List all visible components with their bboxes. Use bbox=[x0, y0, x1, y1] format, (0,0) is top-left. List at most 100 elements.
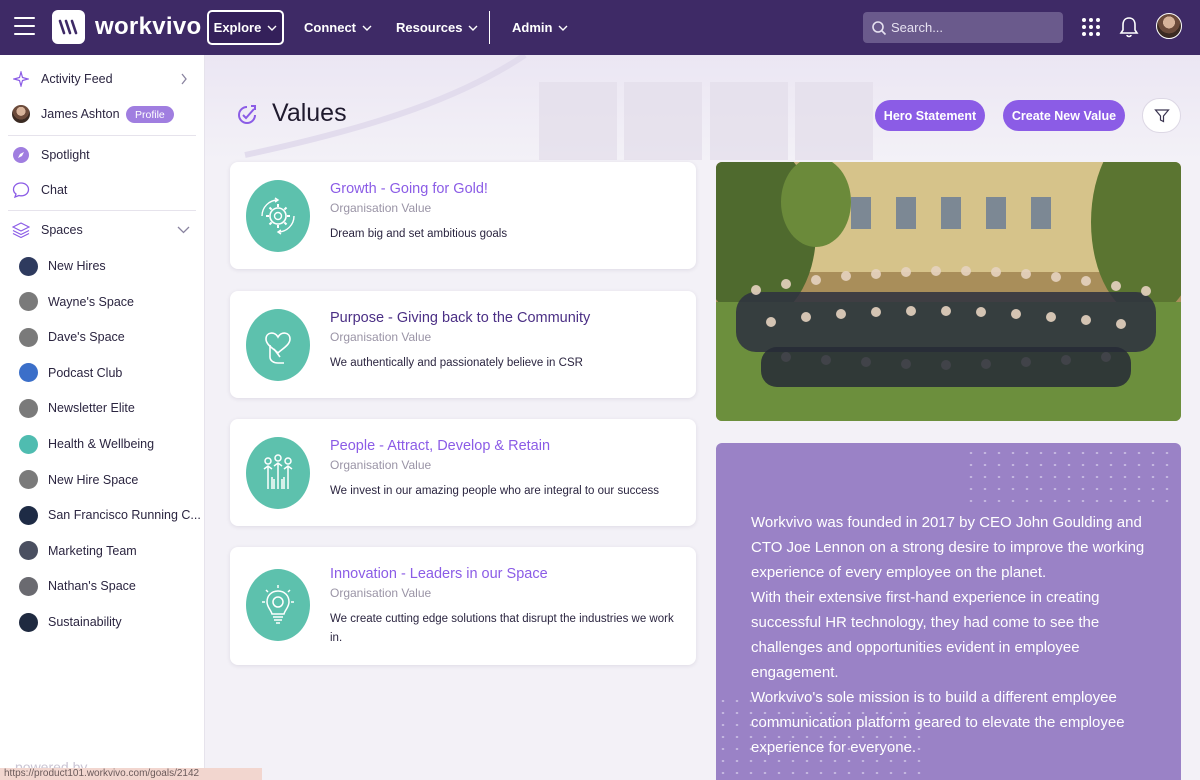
sidebar-item-label: Nathan's Space bbox=[48, 579, 136, 594]
divider bbox=[8, 135, 196, 136]
space-avatar bbox=[19, 541, 38, 561]
sidebar-item-space[interactable]: Health & Wellbeing bbox=[0, 434, 204, 454]
sidebar-item-label: Health & Wellbeing bbox=[48, 437, 155, 451]
lightbulb-icon bbox=[246, 569, 310, 641]
value-subtitle: Organisation Value bbox=[330, 201, 432, 215]
value-title[interactable]: Purpose - Giving back to the Community bbox=[330, 310, 590, 326]
sidebar-item-space[interactable]: Podcast Club bbox=[0, 363, 204, 383]
space-avatar bbox=[19, 327, 38, 347]
sidebar-item-label: San Francisco Running C... bbox=[48, 508, 201, 523]
nav-admin[interactable]: Admin bbox=[512, 0, 568, 55]
create-new-value-button[interactable]: Create New Value bbox=[1003, 100, 1125, 131]
banner-photo bbox=[624, 82, 702, 160]
sidebar-item-label: Spotlight bbox=[41, 148, 90, 162]
sidebar-item-space[interactable]: Dave's Space bbox=[0, 327, 204, 347]
sidebar: Activity Feed James Ashton Profile Spotl… bbox=[0, 55, 205, 780]
heart-hand-icon bbox=[246, 309, 310, 381]
sidebar-item-activity-feed[interactable]: Activity Feed bbox=[0, 69, 204, 89]
raised-hands-icon bbox=[246, 437, 310, 509]
chevron-down-icon bbox=[468, 25, 478, 31]
profile-badge[interactable]: Profile bbox=[126, 106, 174, 123]
value-subtitle: Organisation Value bbox=[330, 458, 432, 472]
sidebar-item-label: Dave's Space bbox=[48, 330, 125, 345]
space-avatar bbox=[19, 363, 38, 383]
value-card[interactable]: People - Attract, Develop & Retain Organ… bbox=[230, 419, 696, 526]
sidebar-item-chat[interactable]: Chat bbox=[0, 180, 204, 200]
about-panel: Workvivo was founded in 2017 by CEO John… bbox=[716, 443, 1181, 780]
team-photo bbox=[716, 162, 1181, 421]
sidebar-item-label: New Hires bbox=[48, 259, 106, 273]
sidebar-item-space[interactable]: Sustainability bbox=[0, 612, 204, 632]
banner-photo bbox=[795, 82, 873, 160]
value-description: We create cutting edge solutions that di… bbox=[330, 613, 674, 644]
sidebar-item-label: Activity Feed bbox=[41, 72, 113, 86]
value-card[interactable]: Innovation - Leaders in our Space Organi… bbox=[230, 547, 696, 665]
filter-icon bbox=[1153, 108, 1170, 122]
value-title[interactable]: People - Attract, Develop & Retain bbox=[330, 438, 550, 454]
gear-cycle-icon bbox=[246, 180, 310, 252]
value-description: We invest in our amazing people who are … bbox=[330, 485, 659, 497]
chevron-down-icon bbox=[177, 226, 190, 234]
sidebar-item-spaces[interactable]: Spaces bbox=[0, 220, 204, 240]
bell-icon[interactable] bbox=[1116, 14, 1142, 40]
about-paragraph: Workvivo's sole mission is to build a di… bbox=[751, 689, 1125, 756]
search-icon bbox=[872, 20, 887, 35]
value-subtitle: Organisation Value bbox=[330, 586, 432, 600]
sidebar-item-label: Newsletter Elite bbox=[48, 401, 135, 416]
nav-divider bbox=[489, 11, 490, 44]
banner-photo bbox=[710, 82, 788, 160]
sidebar-item-label: Chat bbox=[41, 183, 68, 197]
sidebar-item-profile[interactable]: James Ashton Profile bbox=[0, 104, 204, 124]
sidebar-item-space[interactable]: Newsletter Elite bbox=[0, 398, 204, 418]
about-text: Workvivo was founded in 2017 by CEO John… bbox=[751, 510, 1156, 760]
value-card[interactable]: Purpose - Giving back to the Community O… bbox=[230, 291, 696, 398]
sidebar-item-label: Wayne's Space bbox=[48, 294, 134, 309]
space-avatar bbox=[19, 398, 38, 418]
chevron-down-icon bbox=[267, 25, 277, 31]
space-avatar bbox=[19, 292, 38, 312]
chevron-down-icon bbox=[362, 25, 372, 31]
space-avatar bbox=[19, 612, 38, 632]
nav-explore[interactable]: Explore bbox=[207, 10, 284, 45]
hero-statement-button[interactable]: Hero Statement bbox=[875, 100, 985, 131]
sidebar-item-label: Marketing Team bbox=[48, 543, 137, 558]
top-navigation-bar: workvivo Explore Connect Resources Admin… bbox=[0, 0, 1200, 55]
sidebar-item-space[interactable]: Marketing Team bbox=[0, 541, 204, 561]
nav-explore-label: Explore bbox=[213, 20, 262, 35]
chevron-right-icon bbox=[181, 73, 187, 85]
nav-resources-label: Resources bbox=[396, 20, 463, 35]
about-paragraph: Workvivo was founded in 2017 by CEO John… bbox=[751, 514, 1145, 581]
nav-resources[interactable]: Resources bbox=[396, 0, 478, 55]
sidebar-item-space[interactable]: Wayne's Space bbox=[0, 292, 204, 312]
brand-name[interactable]: workvivo bbox=[95, 13, 201, 41]
apps-grid-icon[interactable] bbox=[1078, 14, 1104, 40]
menu-icon[interactable] bbox=[14, 17, 35, 37]
search-placeholder: Search... bbox=[891, 20, 944, 35]
values-icon bbox=[238, 105, 256, 124]
compass-icon bbox=[12, 146, 30, 164]
value-card[interactable]: Growth - Going for Gold! Organisation Va… bbox=[230, 162, 696, 269]
space-avatar bbox=[19, 434, 38, 454]
decorative-dots bbox=[964, 447, 1179, 509]
sidebar-item-space[interactable]: Nathan's Space bbox=[0, 576, 204, 596]
sidebar-item-spotlight[interactable]: Spotlight bbox=[0, 145, 204, 165]
nav-connect[interactable]: Connect bbox=[304, 0, 372, 55]
sidebar-item-space[interactable]: San Francisco Running C... bbox=[0, 505, 204, 525]
main-content: Values Hero Statement Create New Value G… bbox=[205, 55, 1200, 780]
avatar bbox=[12, 105, 30, 123]
divider bbox=[8, 210, 196, 211]
workvivo-logo-icon[interactable] bbox=[52, 10, 85, 44]
value-title[interactable]: Innovation - Leaders in our Space bbox=[330, 566, 548, 582]
sidebar-item-space[interactable]: New Hire Space bbox=[0, 470, 204, 490]
user-name: James Ashton bbox=[41, 107, 120, 121]
user-avatar[interactable] bbox=[1156, 13, 1182, 39]
banner-photo bbox=[539, 82, 617, 160]
sidebar-item-space[interactable]: New Hires bbox=[0, 256, 204, 276]
sidebar-item-label: Spaces bbox=[41, 223, 83, 237]
search-input[interactable]: Search... bbox=[863, 12, 1063, 43]
layers-icon bbox=[12, 221, 30, 239]
sparkle-icon bbox=[12, 70, 30, 88]
value-title[interactable]: Growth - Going for Gold! bbox=[330, 181, 488, 197]
space-avatar bbox=[19, 505, 38, 525]
filter-button[interactable] bbox=[1142, 98, 1181, 133]
